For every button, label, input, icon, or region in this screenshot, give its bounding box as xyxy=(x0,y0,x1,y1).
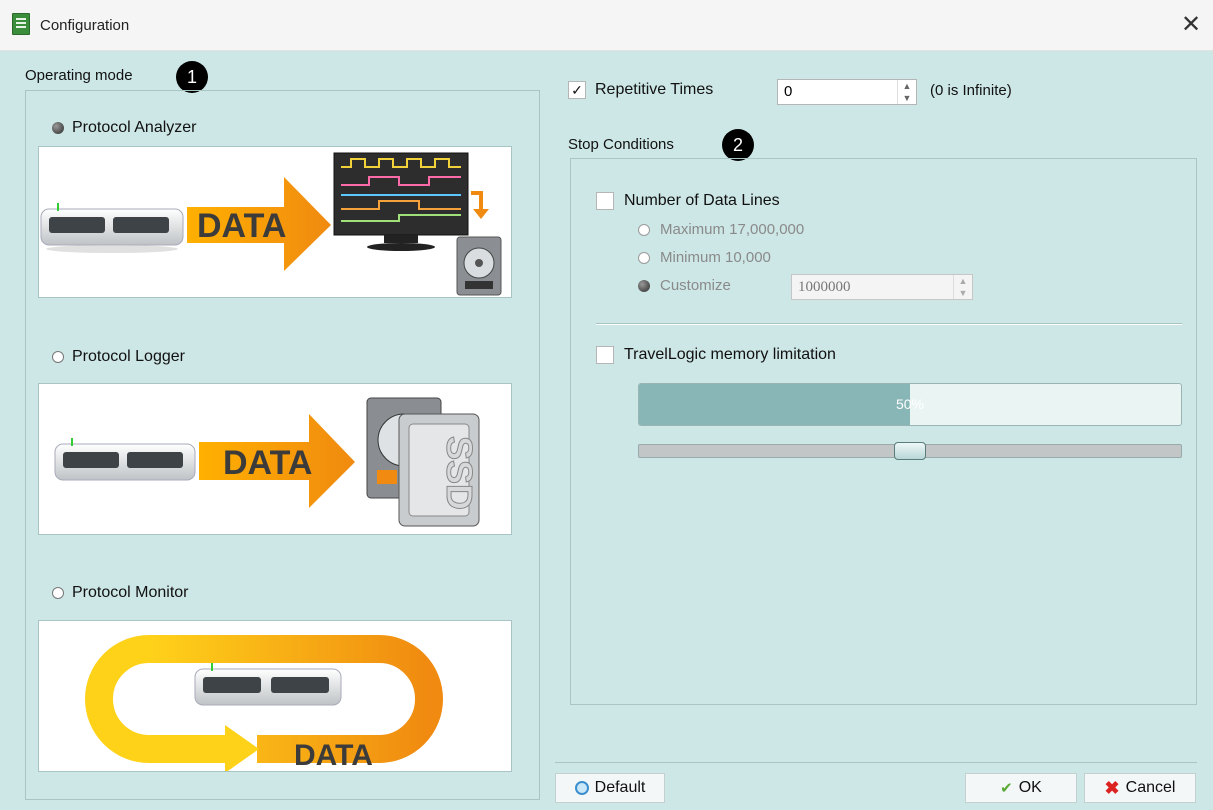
ssd-label: SSD xyxy=(439,436,480,510)
bottom-divider xyxy=(555,762,1197,763)
radio-selected-icon[interactable] xyxy=(638,279,650,292)
default-button[interactable]: Default xyxy=(555,773,665,803)
option-label: Maximum 17,000,000 xyxy=(660,221,805,238)
option-maximum[interactable]: Maximum 17,000,000 xyxy=(638,221,804,238)
option-label: Customize xyxy=(660,277,731,294)
cancel-x-icon: ✖ xyxy=(1104,777,1120,798)
number-of-data-lines-checkbox[interactable] xyxy=(596,192,614,210)
radio-unselected-icon[interactable] xyxy=(52,587,64,599)
cancel-button[interactable]: ✖ Cancel xyxy=(1084,773,1196,803)
infinite-hint: (0 is Infinite) xyxy=(930,82,1012,99)
default-label: Default xyxy=(594,779,646,796)
title-bar xyxy=(0,0,1213,51)
repetitive-times-input[interactable] xyxy=(778,80,908,104)
mode-protocol-monitor[interactable]: Protocol Monitor xyxy=(52,584,189,602)
repetitive-checkbox[interactable]: ✓ xyxy=(568,81,586,99)
progress-text: 50% xyxy=(895,396,925,412)
callout-badge-2: 2 xyxy=(722,129,754,161)
ok-button[interactable]: ✔ OK xyxy=(965,773,1077,803)
device-icon xyxy=(194,663,342,706)
window-title: Configuration xyxy=(40,17,130,34)
checkmark-icon: ✔ xyxy=(1000,780,1013,797)
arrow-icon: DATA xyxy=(199,414,355,508)
spin-down-icon[interactable]: ▼ xyxy=(953,287,972,299)
spin-up-icon[interactable]: ▲ xyxy=(953,275,972,287)
close-icon[interactable]: ✕ xyxy=(1176,10,1206,40)
number-of-data-lines-row: Number of Data Lines xyxy=(596,192,780,210)
memory-limitation-checkbox[interactable] xyxy=(596,346,614,364)
hard-drive-icon xyxy=(456,236,502,296)
memory-limitation-label: TravelLogic memory limitation xyxy=(624,346,836,363)
mode-label: Protocol Analyzer xyxy=(72,119,197,136)
mode-label: Protocol Logger xyxy=(72,348,185,365)
data-label: DATA xyxy=(197,207,286,245)
customize-input[interactable] xyxy=(792,275,964,299)
default-icon xyxy=(574,781,589,795)
option-label: Minimum 10,000 xyxy=(660,249,771,266)
radio-unselected-icon[interactable] xyxy=(638,251,650,264)
ssd-icon: SSD xyxy=(398,413,481,527)
spin-up-icon[interactable]: ▲ xyxy=(897,80,916,92)
data-label: DATA xyxy=(223,444,312,482)
monitor-icon xyxy=(333,152,469,251)
mode-label: Protocol Monitor xyxy=(72,584,189,601)
repetitive-times-spinner: ▲ ▼ xyxy=(777,79,917,105)
option-minimum[interactable]: Minimum 10,000 xyxy=(638,249,771,266)
radio-unselected-icon[interactable] xyxy=(638,223,650,236)
spin-down-icon[interactable]: ▼ xyxy=(897,92,916,104)
mode-protocol-logger[interactable]: Protocol Logger xyxy=(52,348,185,366)
ok-label: OK xyxy=(1018,779,1042,796)
memory-limitation-row: TravelLogic memory limitation xyxy=(596,346,836,364)
device-icon xyxy=(54,438,196,481)
operating-mode-label: Operating mode xyxy=(25,67,133,84)
radio-selected-icon[interactable] xyxy=(52,122,64,134)
memory-progress-bar: 50% xyxy=(638,383,1182,426)
option-customize[interactable]: Customize xyxy=(638,277,731,294)
protocol-logger-illustration: DATA SSD xyxy=(38,383,512,535)
memory-slider-thumb[interactable] xyxy=(894,442,926,460)
stop-conditions-label: Stop Conditions xyxy=(568,136,674,153)
stop-conditions-group xyxy=(570,158,1197,705)
divider xyxy=(596,323,1182,325)
customize-spinner: ▲ ▼ xyxy=(791,274,973,300)
app-icon xyxy=(12,13,30,35)
cancel-label: Cancel xyxy=(1125,779,1176,796)
protocol-monitor-illustration: DATA xyxy=(38,620,512,772)
data-label: DATA xyxy=(294,739,373,772)
arrow-icon: DATA xyxy=(187,177,331,271)
protocol-analyzer-illustration: DATA xyxy=(38,146,512,298)
device-icon xyxy=(40,203,184,253)
callout-badge-1: 1 xyxy=(176,61,208,93)
loop-arrow-icon: DATA xyxy=(85,635,443,772)
radio-unselected-icon[interactable] xyxy=(52,351,64,363)
repetitive-times-label: Repetitive Times xyxy=(595,81,714,98)
number-of-data-lines-label: Number of Data Lines xyxy=(624,192,780,209)
mode-protocol-analyzer[interactable]: Protocol Analyzer xyxy=(52,119,197,137)
